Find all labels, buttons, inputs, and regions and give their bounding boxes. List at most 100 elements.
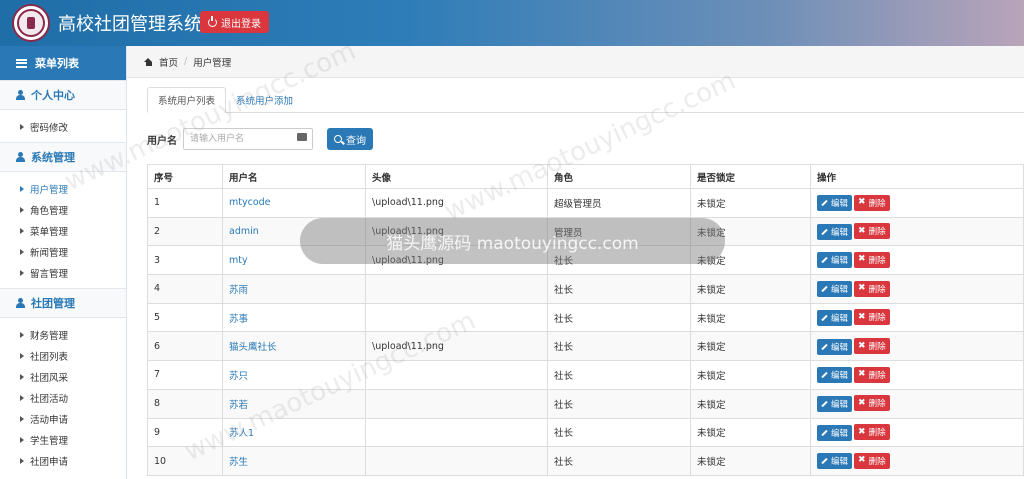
sidebar-item-activity-apply[interactable]: 活动申请 [0, 408, 126, 429]
delete-label: 删除 [868, 313, 886, 324]
cell-locked: 未锁定 [690, 417, 811, 448]
cell-username: 苏若 [222, 388, 366, 419]
sidebar-item-label: 社团风采 [30, 372, 69, 384]
username-link[interactable]: 苏人1 [229, 428, 254, 439]
edit-button[interactable]: 编辑 [817, 281, 853, 298]
sidebar-item-label: 密码修改 [30, 122, 69, 134]
pencil-icon [821, 199, 828, 207]
delete-button[interactable]: ✖ 删除 [854, 309, 890, 326]
edit-button[interactable]: 编辑 [817, 367, 853, 384]
sidebar-item-label: 财务管理 [30, 330, 69, 342]
cell-role: 社长 [547, 446, 691, 476]
delete-label: 删除 [868, 284, 886, 295]
caret-right-icon [20, 331, 24, 338]
cell-actions: 编辑 ✖ 删除 [810, 188, 1024, 218]
username-link[interactable]: admin [229, 226, 259, 237]
sidebar-item-finance[interactable]: 财务管理 [0, 324, 126, 345]
delete-button[interactable]: ✖ 删除 [854, 452, 890, 469]
edit-button[interactable]: 编辑 [817, 223, 853, 240]
sidebar-group-clubs[interactable]: 社团管理 [0, 288, 126, 318]
delete-button[interactable]: ✖ 删除 [854, 395, 890, 412]
menu-title: 菜单列表 [35, 57, 79, 70]
sidebar-item-club-apply[interactable]: 社团申请 [0, 450, 126, 471]
sidebar-item-menus[interactable]: 菜单管理 [0, 220, 126, 241]
sidebar-item-label: 社团列表 [30, 351, 69, 363]
cell-actions: 编辑 ✖ 删除 [810, 360, 1024, 390]
tab-user-list[interactable]: 系统用户列表 [147, 87, 227, 113]
search-button[interactable]: 查询 [327, 128, 373, 150]
cell-role: 社长 [547, 417, 691, 448]
username-link[interactable]: 苏事 [229, 314, 248, 325]
col-header-actions: 操作 [810, 164, 1024, 189]
pencil-icon [821, 400, 828, 408]
tab-user-add[interactable]: 系统用户添加 [226, 87, 303, 113]
username-link[interactable]: 苏若 [229, 400, 248, 411]
sidebar-item-club-style[interactable]: 社团风采 [0, 366, 126, 387]
edit-button[interactable]: 编辑 [817, 338, 853, 355]
sidebar-group-label: 系统管理 [31, 151, 75, 164]
cell-locked: 未锁定 [690, 216, 811, 247]
edit-label: 编辑 [831, 457, 849, 468]
delete-button[interactable]: ✖ 删除 [854, 280, 890, 297]
cell-index: 1 [147, 188, 223, 218]
delete-label: 删除 [868, 198, 886, 209]
edit-button[interactable]: 编辑 [817, 453, 853, 470]
sidebar-item-club-list[interactable]: 社团列表 [0, 345, 126, 366]
username-link[interactable]: 苏生 [229, 457, 248, 468]
sidebar-group-personal[interactable]: 个人中心 [0, 80, 126, 110]
delete-button[interactable]: ✖ 删除 [854, 223, 890, 240]
breadcrumb-home[interactable]: 首页 [159, 55, 178, 69]
table-row: 8 苏若 社长 未锁定 编辑 ✖ 删除 [147, 388, 1024, 419]
username-link[interactable]: mtycode [229, 197, 271, 208]
edit-label: 编辑 [831, 399, 849, 410]
username-link[interactable]: 猫头鹰社长 [229, 342, 277, 353]
delete-button[interactable]: ✖ 删除 [854, 424, 890, 441]
breadcrumb: 首页 / 用户管理 [127, 46, 1024, 78]
cell-username: mty [222, 245, 366, 276]
search-button-label: 查询 [346, 135, 366, 147]
breadcrumb-separator: / [184, 56, 188, 67]
sidebar-item-students[interactable]: 学生管理 [0, 429, 126, 450]
sidebar-item-password[interactable]: 密码修改 [0, 116, 126, 137]
edit-button[interactable]: 编辑 [817, 252, 853, 269]
sidebar-group-label: 个人中心 [31, 89, 75, 102]
username-link[interactable]: 苏雨 [229, 285, 248, 296]
sidebar-item-club-activities[interactable]: 社团活动 [0, 387, 126, 408]
username-search-input[interactable] [183, 128, 313, 150]
sidebar-item-label: 角色管理 [30, 205, 69, 217]
delete-button[interactable]: ✖ 删除 [854, 366, 890, 383]
delete-button[interactable]: ✖ 删除 [854, 251, 890, 268]
delete-label: 删除 [868, 428, 886, 439]
cell-role: 社长 [547, 245, 691, 276]
username-link[interactable]: mty [229, 255, 248, 266]
caret-right-icon [20, 206, 24, 213]
username-link[interactable]: 苏只 [229, 371, 248, 382]
logout-button[interactable]: 退出登录 [200, 11, 269, 33]
cell-locked: 未锁定 [690, 331, 811, 362]
edit-label: 编辑 [831, 342, 849, 353]
delete-label: 删除 [868, 399, 886, 410]
table-row: 10 苏生 社长 未锁定 编辑 ✖ 删除 [147, 446, 1024, 476]
cell-index: 9 [147, 417, 223, 448]
edit-button[interactable]: 编辑 [817, 395, 853, 412]
edit-button[interactable]: 编辑 [817, 424, 853, 441]
cell-role: 社长 [547, 360, 691, 390]
cell-username: 苏雨 [222, 274, 366, 304]
caret-right-icon [20, 394, 24, 401]
delete-button[interactable]: ✖ 删除 [854, 194, 890, 211]
cell-locked: 未锁定 [690, 360, 811, 390]
close-icon: ✖ [858, 254, 866, 265]
cell-actions: 编辑 ✖ 删除 [810, 446, 1024, 476]
edit-label: 编辑 [831, 313, 849, 324]
cell-avatar: \upload\11.png [365, 216, 548, 247]
sidebar-item-messages[interactable]: 留言管理 [0, 262, 126, 283]
edit-button[interactable]: 编辑 [817, 195, 853, 212]
cell-index: 2 [147, 216, 223, 247]
edit-button[interactable]: 编辑 [817, 309, 853, 326]
sidebar-item-users[interactable]: 用户管理 [0, 178, 126, 199]
cell-locked: 未锁定 [690, 302, 811, 333]
sidebar-item-roles[interactable]: 角色管理 [0, 199, 126, 220]
sidebar-group-system[interactable]: 系统管理 [0, 142, 126, 172]
sidebar-item-news[interactable]: 新闻管理 [0, 241, 126, 262]
delete-button[interactable]: ✖ 删除 [854, 338, 890, 355]
